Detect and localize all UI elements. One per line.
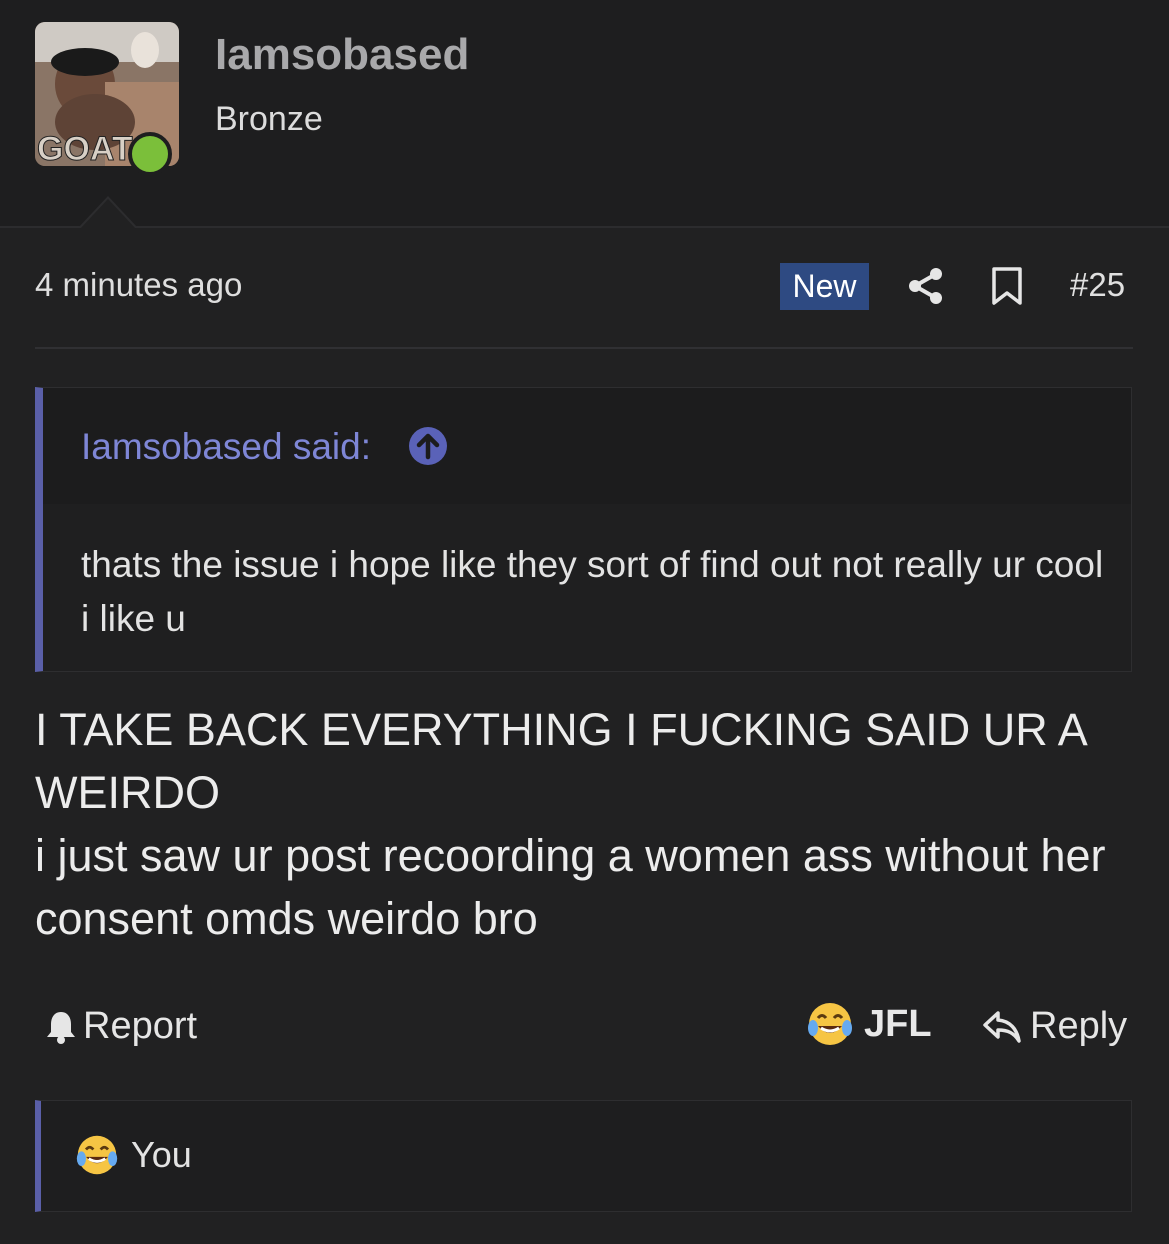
quote-author-link[interactable]: Iamsobased said: <box>81 426 371 468</box>
jfl-reaction-button[interactable]: JFL <box>806 1000 932 1048</box>
avatar-caption: GOAT <box>37 130 133 166</box>
post-message: I TAKE BACK EVERYTHING I FUCKING SAID UR… <box>35 698 1135 950</box>
quote-block: Iamsobased said: thats the issue i hope … <box>35 387 1132 672</box>
bookmark-icon[interactable] <box>990 266 1024 306</box>
report-button[interactable]: Report <box>45 1005 197 1048</box>
crying-laughing-emoji-icon <box>808 1003 852 1045</box>
post-number-link[interactable]: #25 <box>1070 266 1125 304</box>
quote-header: Iamsobased said: <box>43 388 1131 504</box>
header-caret <box>78 196 138 229</box>
post-header: GOAT Iamsobased Bronze <box>0 0 1169 228</box>
reaction-users: You <box>131 1134 192 1175</box>
reply-button[interactable]: Reply <box>982 1005 1127 1048</box>
reply-label: Reply <box>1030 1005 1128 1047</box>
message-line: i just saw ur post recoording a women as… <box>35 830 1106 944</box>
quote-body: thats the issue i hope like they sort of… <box>81 544 1104 639</box>
bell-icon <box>47 1011 75 1044</box>
message-line: I TAKE BACK EVERYTHING I FUCKING SAID UR… <box>35 704 1086 818</box>
reply-arrow-icon <box>983 1010 1021 1043</box>
new-badge: New <box>780 263 869 310</box>
username[interactable]: Iamsobased <box>215 30 469 80</box>
post-timestamp[interactable]: 4 minutes ago <box>35 266 242 304</box>
jfl-label: JFL <box>864 1002 932 1045</box>
crying-laughing-emoji-icon <box>76 1135 118 1175</box>
reactions-bar[interactable]: You <box>35 1100 1132 1212</box>
reaction-summary[interactable]: You <box>75 1133 192 1177</box>
report-label: Report <box>83 1005 198 1047</box>
divider <box>35 347 1133 349</box>
online-status-indicator <box>128 132 172 176</box>
arrow-up-circle-icon[interactable] <box>408 426 448 466</box>
user-rank: Bronze <box>215 100 323 138</box>
share-icon[interactable] <box>906 266 946 306</box>
